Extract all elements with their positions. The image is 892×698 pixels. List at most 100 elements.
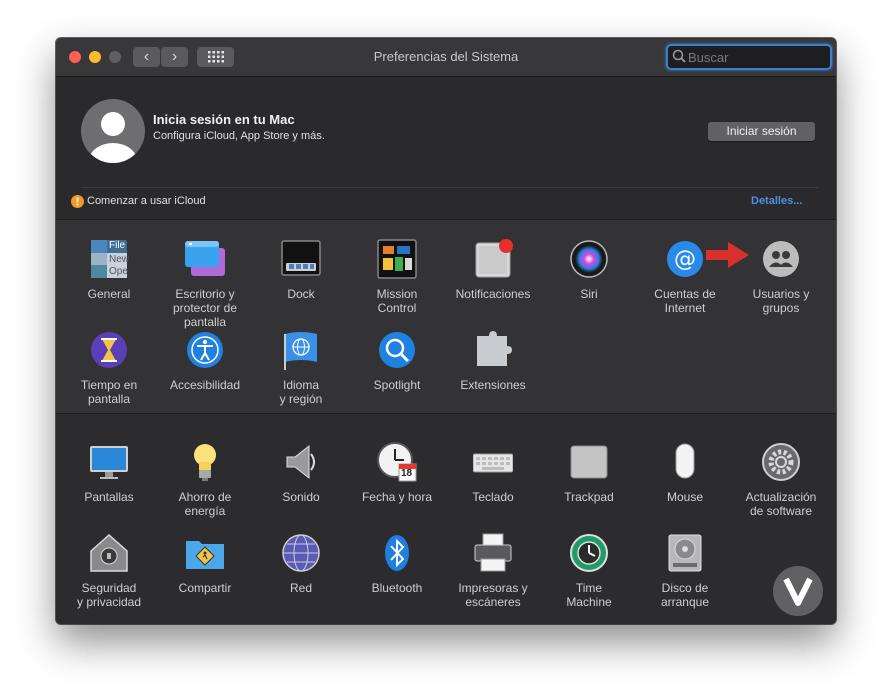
pane-label: Sonido (282, 490, 320, 504)
icloud-notice: Comenzar a usar iCloud (87, 195, 206, 207)
pane-label: Actualización de software (745, 490, 817, 518)
pane-mission-control[interactable]: Mission Control (349, 239, 445, 315)
pane-label: Ahorro de energía (178, 490, 232, 518)
extensions-icon (473, 330, 513, 370)
energy-saver-icon (185, 442, 225, 482)
pane-label: Mission Control (376, 287, 418, 315)
pane-sound[interactable]: Sonido (253, 442, 349, 504)
sound-icon (281, 442, 321, 482)
bluetooth-icon (377, 533, 417, 573)
accessibility-icon (185, 330, 225, 370)
network-icon (281, 533, 321, 573)
calendar-day: 18 (401, 468, 413, 479)
dock-icon (281, 239, 321, 279)
pane-label: Spotlight (373, 378, 421, 392)
pane-startup-disk[interactable]: Disco de arranque (637, 533, 733, 609)
divider (81, 187, 818, 188)
pane-extensions[interactable]: Extensiones (445, 330, 541, 392)
spotlight-icon (377, 330, 417, 370)
pane-date-time[interactable]: 18 Fecha y hora (349, 442, 445, 504)
pane-printers-scanners[interactable]: Impresoras y escáneres (445, 533, 541, 609)
pane-label: Usuarios y grupos (752, 287, 810, 315)
mission-control-icon (377, 239, 417, 279)
pane-network[interactable]: Red (253, 533, 349, 595)
pane-keyboard[interactable]: Teclado (445, 442, 541, 504)
pane-label: Bluetooth (371, 581, 423, 595)
pane-desktop-screensaver[interactable]: Escritorio y protector de pantalla (157, 239, 253, 329)
avatar[interactable] (81, 99, 145, 163)
pane-label: Seguridad y privacidad (76, 581, 142, 609)
users-groups-icon (761, 239, 801, 279)
screen-time-icon (89, 330, 129, 370)
pane-label: Disco de arranque (660, 581, 710, 609)
printers-scanners-icon (473, 533, 513, 573)
pane-label: Siri (580, 287, 598, 301)
pane-label: Extensiones (460, 378, 526, 392)
user-silhouette-icon (89, 112, 137, 163)
search-input[interactable] (688, 48, 824, 66)
startup-disk-icon (665, 533, 705, 573)
svg-text:@: @ (674, 247, 696, 272)
general-icon-file: File (109, 240, 126, 251)
warning-icon (71, 195, 84, 208)
pane-label: Accesibilidad (169, 378, 241, 392)
software-update-icon (761, 442, 801, 482)
signin-button[interactable]: Iniciar sesión (708, 122, 815, 141)
pane-displays[interactable]: Pantallas (61, 442, 157, 504)
pane-general[interactable]: File New Ope General (61, 239, 157, 301)
preferences-grid-top: File New Ope General Escritorio y protec… (56, 219, 836, 413)
pane-screen-time[interactable]: Tiempo en pantalla (61, 330, 157, 406)
pane-accessibility[interactable]: Accesibilidad (157, 330, 253, 392)
pane-trackpad[interactable]: Trackpad (541, 442, 637, 504)
pane-label: Fecha y hora (361, 490, 433, 504)
pane-label: General (87, 287, 131, 301)
pane-language-region[interactable]: Idioma y región (253, 330, 349, 406)
system-preferences-window: ‹ › Preferencias del Sistema Buscar Inic… (56, 38, 836, 624)
time-machine-icon (569, 533, 609, 573)
pane-bluetooth[interactable]: Bluetooth (349, 533, 445, 595)
pane-label: Impresoras y escáneres (458, 581, 528, 609)
pane-label: Mouse (666, 490, 704, 504)
pane-label: Trackpad (564, 490, 614, 504)
pane-label: Cuentas de Internet (654, 287, 716, 315)
pane-label: Notificaciones (455, 287, 531, 301)
title-bar: ‹ › Preferencias del Sistema (56, 38, 836, 77)
pane-time-machine[interactable]: Time Machine (541, 533, 637, 609)
internet-accounts-icon: @ (665, 239, 705, 279)
pane-label: Dock (287, 287, 315, 301)
watermark-logo-icon (773, 566, 823, 616)
pane-sharing[interactable]: Compartir (157, 533, 253, 595)
account-title: Inicia sesión en tu Mac (153, 112, 295, 127)
pane-energy-saver[interactable]: Ahorro de energía (157, 442, 253, 518)
siri-icon (569, 239, 609, 279)
language-region-icon (281, 330, 321, 370)
pane-notifications[interactable]: Notificaciones (445, 239, 541, 301)
apple-id-section: Inicia sesión en tu Mac Configura iCloud… (56, 77, 836, 217)
date-time-icon: 18 (377, 442, 417, 482)
pane-label: Time Machine (566, 581, 612, 609)
general-icon-open: Ope (109, 266, 128, 277)
sharing-icon (185, 533, 225, 573)
pane-spotlight[interactable]: Spotlight (349, 330, 445, 392)
pane-label: Idioma y región (279, 378, 323, 406)
preferences-grid-bottom: Pantallas Ahorro de energía Sonido 18 Fe… (56, 413, 836, 624)
pane-software-update[interactable]: Actualización de software (733, 442, 829, 518)
search-field[interactable] (666, 44, 832, 70)
pane-label: Red (289, 581, 312, 595)
desktop-icon (185, 239, 225, 279)
pane-dock[interactable]: Dock (253, 239, 349, 301)
pane-label: Pantallas (84, 490, 134, 504)
displays-icon (89, 442, 129, 482)
details-link[interactable]: Detalles... (751, 195, 802, 207)
pane-mouse[interactable]: Mouse (637, 442, 733, 504)
pane-label: Teclado (472, 490, 514, 504)
notifications-icon (473, 239, 513, 279)
search-icon (672, 49, 686, 63)
general-icon: File New Ope (89, 239, 129, 279)
pane-siri[interactable]: Siri (541, 239, 637, 301)
pane-security-privacy[interactable]: Seguridad y privacidad (61, 533, 157, 609)
mouse-icon (665, 442, 705, 482)
security-privacy-icon (89, 533, 129, 573)
general-icon-new: New (109, 254, 130, 265)
account-subtitle: Configura iCloud, App Store y más. (153, 130, 325, 142)
